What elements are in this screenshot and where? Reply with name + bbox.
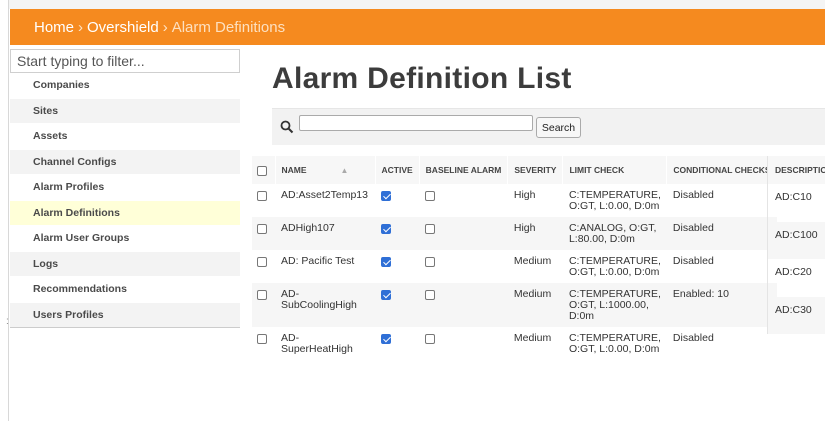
row-select-cell [252,250,275,283]
cell-name[interactable]: AD-SuperHeatHigh [275,327,375,360]
sidebar: Companies Sites Assets Channel Configs A… [10,49,240,328]
active-checkbox[interactable] [381,334,391,344]
cell-baseline [419,250,508,283]
breadcrumb-overshield[interactable]: Overshield [87,19,159,36]
alarm-definition-table: NAME ▲ ACTIVE BASELINE ALARM SEVERITY LIM… [252,156,778,360]
row-select-checkbox[interactable] [257,290,267,300]
table-row[interactable]: AD:Asset2Temp13 High C:TEMPERATURE, O:GT… [252,184,778,217]
sidebar-item-recommendations[interactable]: Recommendations [10,277,240,303]
table-row[interactable]: AD-SubCoolingHigh Medium C:TEMPERATURE, … [252,283,778,327]
sidebar-item-channel-configs[interactable]: Channel Configs [10,149,240,175]
row-select-cell [252,327,275,360]
cell-severity: Medium [507,250,563,283]
cell-baseline [419,283,508,327]
row-select-checkbox[interactable] [257,334,267,344]
baseline-checkbox[interactable] [425,334,436,344]
description-cell: AD:C100 [767,221,825,259]
row-select-cell [252,283,275,327]
description-cell: AD:C20 [767,259,825,297]
breadcrumb-home[interactable]: Home [34,19,74,36]
sidebar-edge-marker: : [6,316,9,327]
sidebar-item-alarm-profiles[interactable]: Alarm Profiles [10,175,240,201]
cell-baseline [419,217,508,250]
cell-active [375,283,420,327]
row-select-cell [252,184,275,217]
search-bar: Search [272,108,825,145]
active-checkbox[interactable] [381,191,391,201]
table-row[interactable]: ADHigh107 High C:ANALOG, O:GT, L:80.00, … [252,217,778,250]
cell-conditional-checks: Disabled [666,250,778,283]
cell-limit-check: C:ANALOG, O:GT, L:80.00, D:0m [562,217,667,250]
cell-limit-check: C:TEMPERATURE, O:GT, L:0.00, D:0m [562,250,667,283]
baseline-checkbox[interactable] [425,290,436,300]
column-conditional-checks[interactable]: CONDITIONAL CHECKS [666,156,778,184]
window-left-edge [0,0,9,421]
search-button[interactable]: Search [536,117,581,138]
cell-severity: High [507,184,563,217]
description-cell: AD:C30 [767,296,825,334]
cell-name[interactable]: ADHigh107 [275,217,375,250]
sidebar-item-companies[interactable]: Companies [10,73,240,99]
row-select-checkbox[interactable] [257,224,267,234]
description-cell: AD:C10 [767,184,825,222]
sidebar-item-logs[interactable]: Logs [10,251,240,277]
sidebar-item-alarm-definitions[interactable]: Alarm Definitions [10,200,240,226]
column-name-label: NAME [281,165,307,175]
table-row[interactable]: AD-SuperHeatHigh Medium C:TEMPERATURE, O… [252,327,778,360]
column-baseline-alarm[interactable]: BASELINE ALARM [419,156,509,184]
active-checkbox[interactable] [381,290,391,300]
cell-active [375,250,420,283]
row-select-cell [252,217,275,250]
cell-conditional-checks: Disabled [666,184,778,217]
search-icon [280,120,294,134]
cell-name[interactable]: AD:Asset2Temp13 [275,184,375,217]
column-description[interactable]: DESCRIPTION [767,156,825,184]
sidebar-item-alarm-user-groups[interactable]: Alarm User Groups [10,226,240,252]
cell-baseline [419,327,508,360]
cell-conditional-checks: Disabled [666,217,778,250]
row-select-checkbox[interactable] [257,257,267,267]
select-all-checkbox[interactable] [257,165,267,176]
baseline-checkbox[interactable] [425,257,436,267]
active-checkbox[interactable] [381,257,391,267]
cell-name[interactable]: AD: Pacific Test [275,250,375,283]
breadcrumb: Home › Overshield › Alarm Definitions [10,9,825,45]
column-severity[interactable]: SEVERITY [507,156,564,184]
row-select-checkbox[interactable] [257,191,267,201]
cell-limit-check: C:TEMPERATURE, O:GT, L:0.00, D:0m [562,184,667,217]
baseline-checkbox[interactable] [425,224,436,234]
cell-active [375,327,420,360]
window-top-edge [0,0,825,9]
select-all-cell [252,156,276,184]
column-name[interactable]: NAME ▲ [275,156,376,184]
cell-severity: Medium [507,327,563,360]
column-limit-check[interactable]: LIMIT CHECK [562,156,668,184]
page-title: Alarm Definition List [272,62,572,95]
cell-conditional-checks: Enabled: 10 [666,283,778,327]
search-input[interactable] [299,115,533,131]
table-row[interactable]: AD: Pacific Test Medium C:TEMPERATURE, O… [252,250,778,283]
cell-limit-check: C:TEMPERATURE, O:GT, L:1000.00, D:0m [562,283,667,327]
table-header-row: NAME ▲ ACTIVE BASELINE ALARM SEVERITY LIM… [252,156,778,184]
cell-baseline [419,184,508,217]
sidebar-item-assets[interactable]: Assets [10,124,240,150]
cell-active [375,217,420,250]
sidebar-item-sites[interactable]: Sites [10,98,240,124]
cell-severity: High [507,217,563,250]
breadcrumb-separator: › [162,18,168,36]
sidebar-filter-input[interactable] [10,49,240,73]
active-checkbox[interactable] [381,224,391,234]
sidebar-item-users-profiles[interactable]: Users Profiles [10,302,240,328]
sort-up-icon[interactable]: ▲ [341,166,349,175]
cell-name[interactable]: AD-SubCoolingHigh [275,283,375,327]
breadcrumb-current: Alarm Definitions [171,18,286,36]
column-active[interactable]: ACTIVE [375,156,420,184]
cell-conditional-checks: Disabled [666,327,778,360]
cell-limit-check: C:TEMPERATURE, O:GT, L:0.00, D:0m [562,327,667,360]
baseline-checkbox[interactable] [425,191,436,201]
cell-severity: Medium [507,283,563,327]
breadcrumb-separator: › [78,18,84,36]
cell-active [375,184,420,217]
description-column: DESCRIPTION AD:C10 AD:C100 AD:C20 AD:C30 [767,156,825,334]
